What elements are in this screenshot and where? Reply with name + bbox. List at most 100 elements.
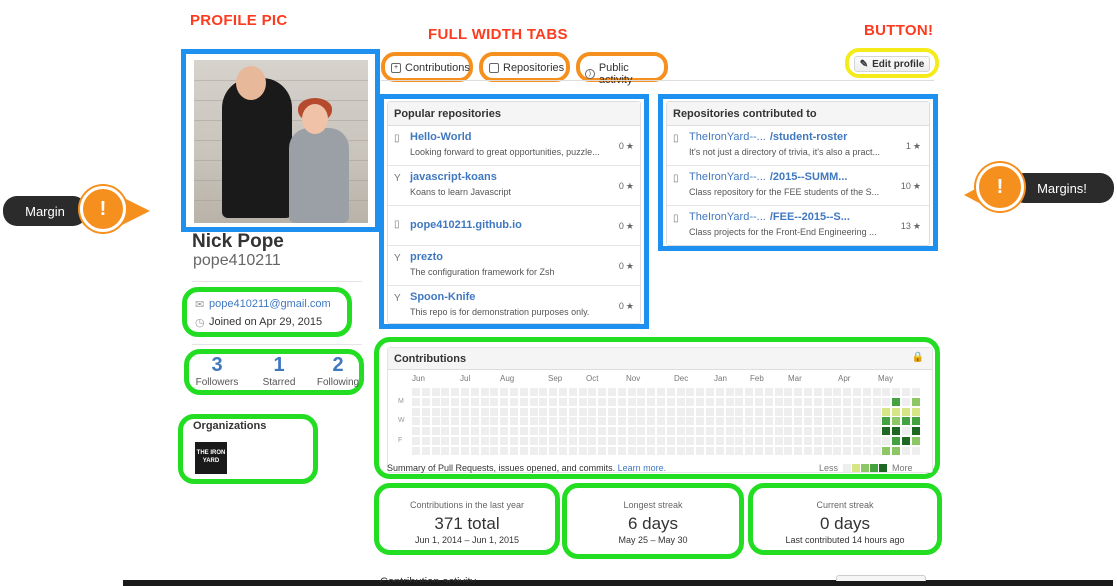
contribution-day[interactable]	[598, 397, 607, 406]
contribution-day[interactable]	[441, 407, 450, 416]
contribution-day[interactable]	[862, 407, 871, 416]
contribution-day[interactable]	[637, 446, 646, 455]
contribution-day[interactable]	[902, 437, 910, 445]
contribution-day[interactable]	[676, 397, 685, 406]
contribution-day[interactable]	[804, 437, 812, 445]
contribution-day[interactable]	[568, 407, 577, 416]
contribution-day[interactable]	[519, 397, 528, 406]
contribution-day[interactable]	[529, 397, 538, 406]
contribution-day[interactable]	[872, 407, 881, 416]
contribution-day[interactable]	[608, 388, 616, 396]
contribution-day[interactable]	[813, 417, 822, 426]
contribution-day[interactable]	[862, 388, 871, 396]
contribution-day[interactable]	[813, 388, 822, 396]
contribution-day[interactable]	[686, 446, 695, 455]
contribution-day[interactable]	[608, 437, 616, 445]
contribution-day[interactable]	[510, 417, 518, 426]
contribution-day[interactable]	[853, 397, 861, 406]
contribution-day[interactable]	[784, 446, 793, 455]
contribution-day[interactable]	[843, 446, 852, 455]
contribution-day[interactable]	[764, 388, 773, 396]
contribution-day[interactable]	[608, 397, 616, 406]
contribution-day[interactable]	[892, 397, 901, 406]
activity-period-button[interactable]	[836, 575, 926, 581]
contribution-day[interactable]	[539, 437, 548, 445]
contribution-day[interactable]	[559, 397, 567, 406]
tab-repositories[interactable]: Repositories	[489, 62, 564, 74]
contribution-day[interactable]	[706, 427, 714, 436]
contribution-day[interactable]	[735, 446, 744, 455]
contribution-day[interactable]	[735, 388, 744, 396]
contribution-day[interactable]	[451, 397, 460, 406]
contribution-day[interactable]	[617, 407, 626, 416]
contribution-day[interactable]	[813, 437, 822, 445]
contribution-day[interactable]	[490, 437, 499, 445]
contribution-day[interactable]	[647, 388, 656, 396]
contribution-day[interactable]	[461, 388, 469, 396]
contribution-day[interactable]	[500, 397, 509, 406]
contribution-day[interactable]	[598, 388, 607, 396]
contribution-day[interactable]	[706, 437, 714, 445]
contribution-day[interactable]	[412, 407, 420, 416]
contribution-day[interactable]	[804, 397, 812, 406]
contribution-day[interactable]	[774, 427, 783, 436]
avatar[interactable]	[194, 60, 368, 223]
contribution-day[interactable]	[882, 397, 891, 406]
contribution-day[interactable]	[627, 407, 636, 416]
contribution-day[interactable]	[568, 446, 577, 455]
contribution-day[interactable]	[519, 427, 528, 436]
contribution-day[interactable]	[725, 446, 734, 455]
contribution-day[interactable]	[755, 417, 763, 426]
contribution-day[interactable]	[510, 407, 518, 416]
contribution-day[interactable]	[794, 437, 803, 445]
contribution-day[interactable]	[500, 407, 509, 416]
contribution-day[interactable]	[510, 437, 518, 445]
stat-following[interactable]: 2 Following	[311, 354, 365, 388]
contribution-day[interactable]	[813, 446, 822, 455]
contribution-day[interactable]	[510, 388, 518, 396]
contribution-day[interactable]	[588, 427, 597, 436]
contribution-day[interactable]	[784, 437, 793, 445]
contribution-day[interactable]	[823, 397, 832, 406]
contribution-day[interactable]	[774, 437, 783, 445]
contribution-day[interactable]	[843, 397, 852, 406]
contribution-day[interactable]	[657, 437, 665, 445]
contribution-day[interactable]	[725, 407, 734, 416]
contribution-day[interactable]	[902, 407, 910, 416]
popular-repo-row[interactable]: Yprezto The configuration framework for Z…	[388, 246, 640, 286]
contribution-day[interactable]	[911, 388, 920, 396]
contribution-day[interactable]	[764, 397, 773, 406]
contribution-day[interactable]	[490, 446, 499, 455]
contribution-day[interactable]	[696, 437, 705, 445]
contribution-day[interactable]	[755, 388, 763, 396]
contribution-day[interactable]	[666, 407, 675, 416]
contribution-day[interactable]	[539, 446, 548, 455]
contribution-day[interactable]	[539, 388, 548, 396]
contribution-day[interactable]	[715, 388, 724, 396]
contribution-day[interactable]	[892, 446, 901, 455]
contribution-day[interactable]	[617, 437, 626, 445]
contribution-day[interactable]	[794, 417, 803, 426]
contribution-day[interactable]	[500, 427, 509, 436]
contribution-day[interactable]	[421, 407, 430, 416]
contribution-day[interactable]	[666, 437, 675, 445]
contribution-day[interactable]	[539, 417, 548, 426]
contribution-day[interactable]	[529, 437, 538, 445]
contribution-day[interactable]	[461, 407, 469, 416]
contribution-day[interactable]	[882, 427, 891, 436]
contribution-day[interactable]	[412, 427, 420, 436]
contribution-day[interactable]	[853, 388, 861, 396]
contribution-day[interactable]	[627, 446, 636, 455]
popular-repo-row[interactable]: Y Spoon-Knife This repo is for demonstrati…	[388, 286, 640, 326]
contribution-day[interactable]	[804, 407, 812, 416]
contribution-day[interactable]	[598, 407, 607, 416]
contribution-day[interactable]	[715, 417, 724, 426]
contribution-day[interactable]	[549, 437, 558, 445]
contribution-day[interactable]	[480, 407, 489, 416]
contribution-day[interactable]	[578, 388, 587, 396]
contribution-day[interactable]	[461, 437, 469, 445]
contribution-day[interactable]	[823, 388, 832, 396]
contribution-day[interactable]	[421, 397, 430, 406]
contribution-day[interactable]	[715, 446, 724, 455]
contribution-day[interactable]	[686, 417, 695, 426]
